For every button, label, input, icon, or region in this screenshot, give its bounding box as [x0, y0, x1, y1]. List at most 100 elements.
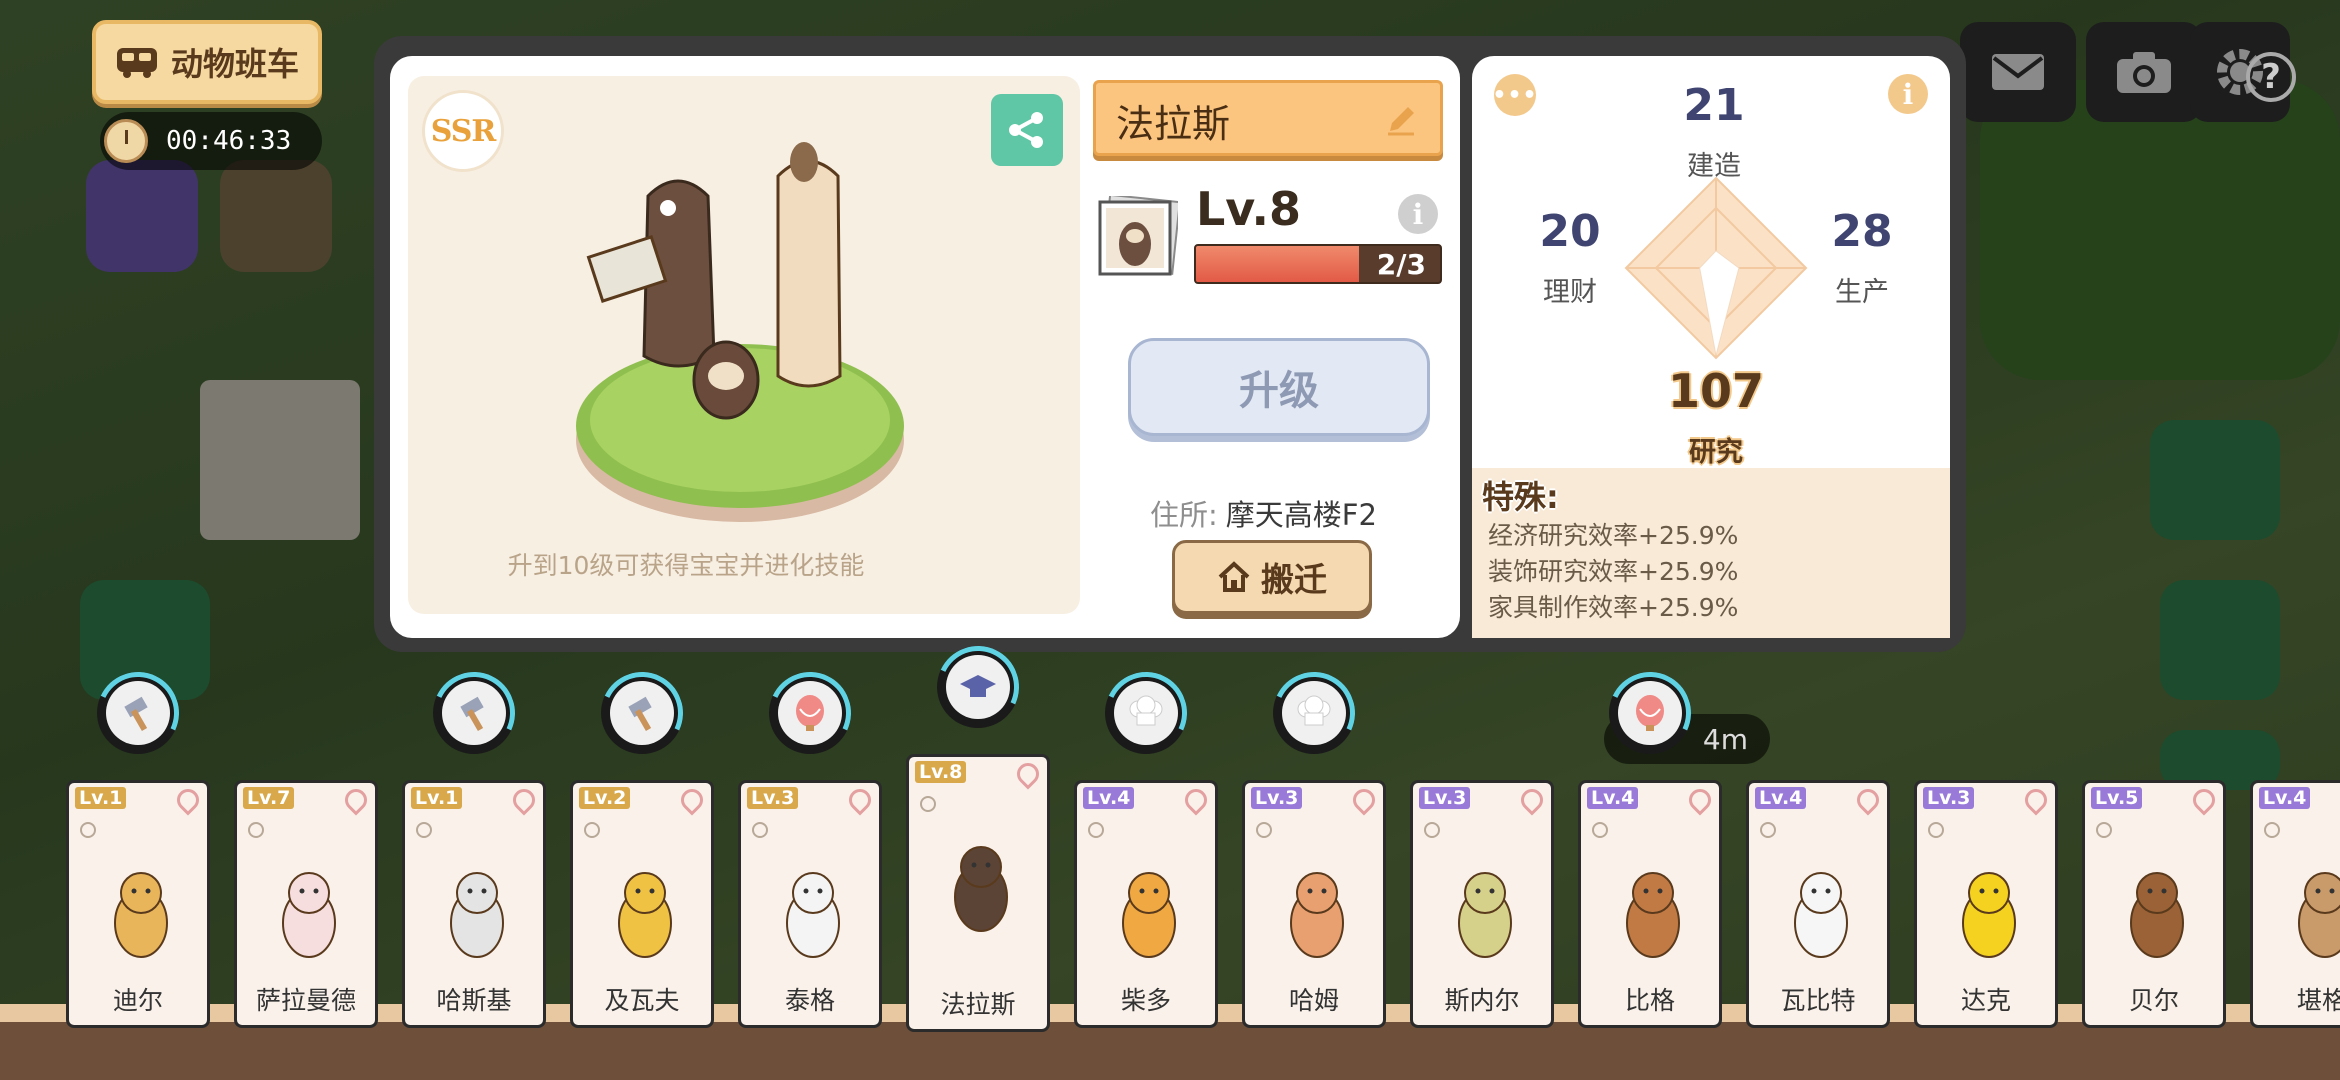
roster-level: Lv.3 [747, 787, 799, 809]
roster-name: 法拉斯 [940, 990, 1016, 1019]
roster-card[interactable]: Lv.3 哈姆 [1242, 780, 1386, 1028]
stats-info-icon[interactable]: i [1888, 74, 1928, 114]
mail-button[interactable] [1960, 22, 2076, 122]
role-icon [2264, 822, 2280, 838]
roster-card[interactable]: Lv.4 堪格 [2250, 780, 2340, 1028]
produce-value: 28 [1831, 206, 1893, 257]
animal-figure [1458, 872, 1512, 958]
rarity-badge: SSR [422, 90, 504, 172]
pencil-icon[interactable] [1384, 103, 1418, 137]
perk-item: 装饰研究效率+25.9% [1488, 557, 1739, 586]
character-artwork-panel [408, 76, 1080, 614]
character-level: Lv.8 [1196, 182, 1302, 236]
role-icon [920, 796, 936, 812]
roster-card[interactable]: Lv.3 斯内尔 [1410, 780, 1554, 1028]
location-pin-icon[interactable] [1684, 784, 1716, 816]
residence-value: 摩天高楼F2 [1225, 498, 1377, 532]
chef-hat-icon[interactable] [1093, 660, 1199, 766]
roster-card[interactable]: Lv.8 法拉斯 [906, 754, 1050, 1032]
roster-card[interactable]: Lv.2 及瓦夫 [570, 780, 714, 1028]
animal-bus-label: 动物班车 [170, 45, 299, 83]
roster-level: Lv.7 [243, 787, 295, 809]
bus-icon [116, 48, 157, 78]
location-pin-icon[interactable] [340, 784, 372, 816]
location-pin-icon[interactable] [508, 784, 540, 816]
roster-card[interactable]: Lv.4 柴多 [1074, 780, 1218, 1028]
more-options-button[interactable]: ••• [1492, 74, 1537, 116]
location-pin-icon[interactable] [2188, 784, 2220, 816]
roster-level: Lv.5 [2091, 787, 2143, 809]
location-pin-icon[interactable] [1852, 784, 1884, 816]
build-value: 21 [1683, 80, 1745, 131]
location-pin-icon[interactable] [172, 784, 204, 816]
timer-text: 00:46:33 [166, 126, 292, 156]
produce-label: 生产 [1835, 277, 1889, 308]
roster-card[interactable]: Lv.3 达克 [1914, 780, 2058, 1028]
question-icon: ? [2261, 57, 2281, 97]
roster-card[interactable]: Lv.7 萨拉曼德 [234, 780, 378, 1028]
role-icon [80, 822, 96, 838]
chef-hat-icon[interactable] [1261, 660, 1367, 766]
roster-card[interactable]: Lv.5 贝尔 [2082, 780, 2226, 1028]
roster-card[interactable]: Lv.1 哈斯基 [402, 780, 546, 1028]
roster-card[interactable]: Lv.3 泰格 [738, 780, 882, 1028]
level-info-icon[interactable]: i [1398, 194, 1438, 234]
perk-item: 经济研究效率+25.9% [1488, 521, 1739, 550]
roster-name: 贝尔 [2128, 986, 2179, 1015]
stats-radar-chart [1624, 176, 1808, 360]
hammer-icon[interactable] [421, 660, 527, 766]
role-icon [2096, 822, 2112, 838]
role-icon [1592, 822, 1608, 838]
animal-bus-button[interactable]: 动物班车 [92, 20, 322, 104]
roster-card[interactable]: Lv.4 瓦比特 [1746, 780, 1890, 1028]
residence-label: 住所: [1150, 498, 1218, 532]
roster-level: Lv.3 [1923, 787, 1975, 809]
role-icon [1928, 822, 1944, 838]
relocate-button[interactable]: 搬迁 [1172, 540, 1372, 614]
upgrade-label: 升级 [1239, 368, 1319, 414]
location-pin-icon[interactable] [1180, 784, 1212, 816]
finance-label: 理财 [1543, 277, 1597, 308]
roster-name: 达克 [1960, 986, 2011, 1015]
hammer-icon[interactable] [589, 660, 695, 766]
balloon-icon[interactable] [757, 660, 863, 766]
roster-card[interactable]: Lv.4 比格 [1578, 780, 1722, 1028]
research-value: 107 [1667, 364, 1765, 418]
animal-figure [786, 872, 840, 958]
research-label: 研究 [1689, 437, 1743, 468]
mail-icon [1992, 54, 2044, 90]
roster-name: 柴多 [1120, 986, 1171, 1015]
roster-card[interactable]: Lv.1 迪尔 [66, 780, 210, 1028]
help-button[interactable]: ? [2246, 52, 2296, 102]
animal-figure [1962, 872, 2016, 958]
character-name: 法拉斯 [1116, 102, 1231, 146]
share-button[interactable] [991, 94, 1063, 166]
location-pin-icon[interactable] [676, 784, 708, 816]
animal-figure [954, 846, 1008, 932]
roster-name: 斯内尔 [1444, 986, 1520, 1015]
graduation-cap-icon[interactable] [925, 634, 1031, 740]
roster-name: 及瓦夫 [604, 986, 680, 1015]
location-pin-icon[interactable] [844, 784, 876, 816]
roster-level: Lv.4 [1755, 787, 1807, 809]
camera-button[interactable] [2086, 22, 2202, 122]
location-pin-icon[interactable] [1348, 784, 1380, 816]
animal-figure [1290, 872, 1344, 958]
role-icon [752, 822, 768, 838]
location-pin-icon[interactable] [1516, 784, 1548, 816]
stopwatch-icon [104, 119, 148, 163]
build-label: 建造 [1687, 151, 1741, 182]
experience-text: 2/3 [1376, 248, 1426, 281]
roster-level: Lv.3 [1419, 787, 1471, 809]
hammer-icon[interactable] [85, 660, 191, 766]
animal-figure [1794, 872, 1848, 958]
animal-figure [2298, 872, 2340, 958]
character-name-field[interactable]: 法拉斯 [1093, 80, 1443, 156]
animal-figure [282, 872, 336, 958]
balloon-icon[interactable] [1597, 660, 1703, 766]
location-pin-icon[interactable] [2020, 784, 2052, 816]
experience-fill [1196, 246, 1359, 282]
upgrade-button[interactable]: 升级 [1128, 338, 1430, 436]
location-pin-icon[interactable] [1012, 758, 1044, 790]
roster-name: 瓦比特 [1780, 986, 1856, 1015]
